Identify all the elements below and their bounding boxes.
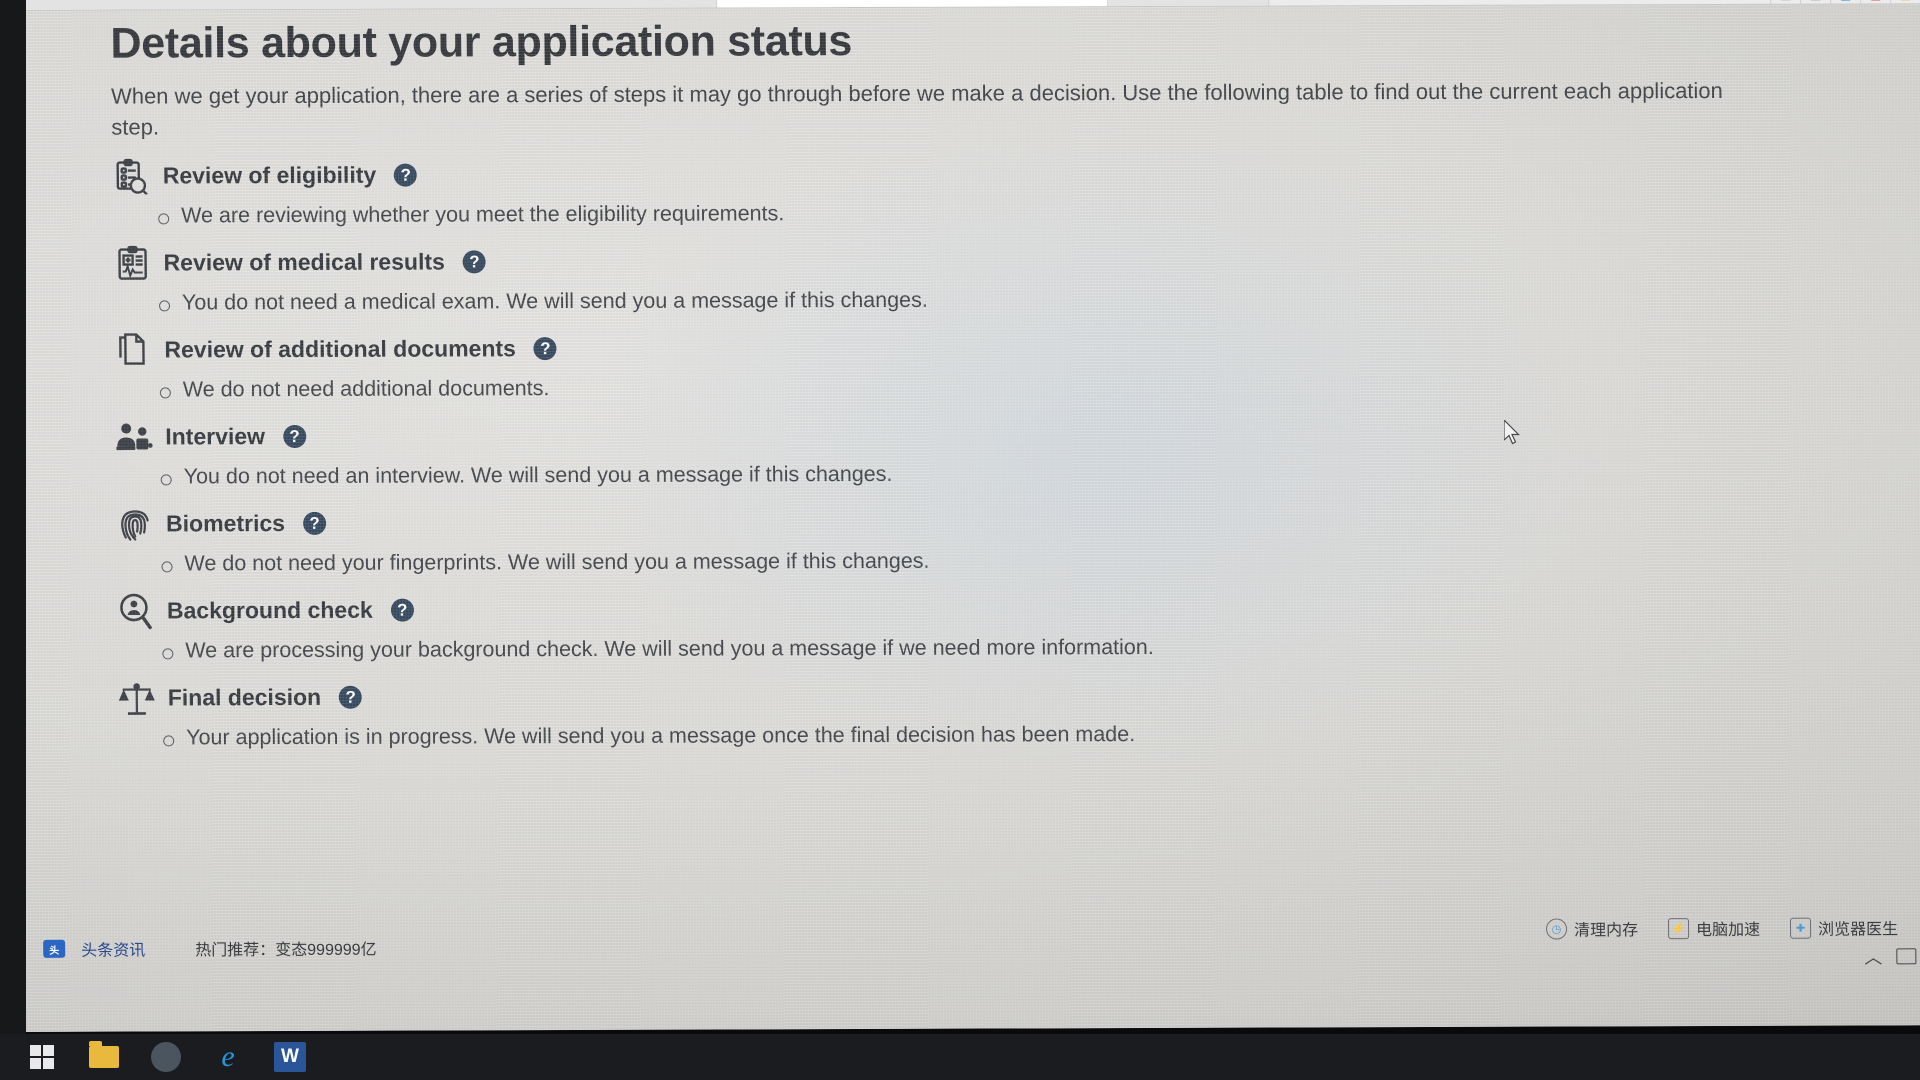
step-status-text: We do not need additional documents. bbox=[182, 375, 550, 401]
step-header: Interview ? bbox=[114, 411, 1814, 457]
browser-tab[interactable] bbox=[26, 0, 718, 10]
step-header: Biometrics ? bbox=[115, 498, 1815, 544]
step-review-of-eligibility: Review of eligibility ? We are reviewing… bbox=[112, 150, 1813, 230]
screen-plane: Details about your application status Wh… bbox=[0, 0, 1920, 1032]
bullet-icon bbox=[159, 387, 171, 399]
bullet-icon bbox=[161, 561, 173, 573]
word-button[interactable]: W bbox=[262, 1035, 318, 1079]
word-icon: W bbox=[274, 1042, 306, 1072]
help-icon[interactable]: ? bbox=[390, 598, 414, 622]
step-interview: Interview ? You do not need an interview… bbox=[114, 411, 1815, 491]
step-status: We do not need your fingerprints. We wil… bbox=[161, 543, 1815, 578]
step-status-text: Your application is in progress. We will… bbox=[186, 721, 1136, 750]
step-header: Background check ? bbox=[116, 585, 1816, 631]
step-review-of-additional-documents: Review of additional documents ? We do n… bbox=[113, 324, 1814, 404]
start-button[interactable] bbox=[14, 1035, 70, 1079]
step-title: Biometrics bbox=[165, 510, 286, 537]
windows-logo-icon bbox=[29, 1044, 55, 1070]
step-status-text: We are processing your background check.… bbox=[185, 634, 1154, 663]
page-title: Details about your application status bbox=[110, 17, 853, 68]
step-status: We are processing your background check.… bbox=[162, 630, 1816, 665]
photographed-screen: Details about your application status Wh… bbox=[0, 0, 1920, 1080]
toolbar-icon-4[interactable] bbox=[1860, 0, 1891, 4]
step-status: We do not need additional documents. bbox=[159, 369, 1814, 404]
step-status-text: You do not need an interview. We will se… bbox=[183, 461, 893, 489]
browser-tab[interactable] bbox=[1108, 0, 1270, 7]
circle-app-icon bbox=[151, 1042, 181, 1072]
bullet-icon bbox=[160, 474, 172, 486]
monitor-bezel-left bbox=[0, 0, 26, 1080]
browser-toolbar-icons[interactable] bbox=[1770, 0, 1920, 4]
toolbar-icon-3[interactable] bbox=[1830, 0, 1861, 4]
documents-copy-icon bbox=[113, 330, 153, 370]
step-review-of-medical-results: Review of medical results ? You do not n… bbox=[112, 237, 1813, 317]
windows-taskbar[interactable]: e W bbox=[0, 1034, 1920, 1080]
step-background-check: Background check ? We are processing you… bbox=[116, 585, 1817, 665]
app-circle-button[interactable] bbox=[138, 1035, 194, 1079]
step-status-text: We are reviewing whether you meet the el… bbox=[181, 200, 785, 227]
ticker-hot-item[interactable]: 热门推荐：变态999999亿 bbox=[195, 936, 377, 961]
step-status: Your application is in progress. We will… bbox=[163, 717, 1817, 752]
step-status-text: You do not need a medical exam. We will … bbox=[181, 287, 928, 314]
toolbar-icon-2[interactable] bbox=[1800, 0, 1831, 4]
help-icon[interactable]: ? bbox=[533, 337, 557, 361]
mouse-cursor bbox=[1503, 418, 1524, 453]
help-icon[interactable]: ? bbox=[462, 250, 486, 274]
edge-icon: e bbox=[221, 1040, 235, 1073]
step-header: Review of additional documents ? bbox=[113, 324, 1813, 370]
clipboard-search-icon bbox=[112, 156, 152, 196]
window-icon[interactable] bbox=[1896, 948, 1917, 965]
help-icon[interactable]: ? bbox=[302, 512, 327, 536]
toolbar-icon-1[interactable] bbox=[1770, 0, 1801, 4]
news-ticker-bar[interactable]: 头 头条资讯 热门推荐：变态999999亿 bbox=[35, 925, 1920, 966]
step-header: Review of medical results ? bbox=[112, 237, 1812, 283]
bullet-icon bbox=[158, 213, 170, 225]
help-icon[interactable]: ? bbox=[282, 425, 307, 449]
application-status-content: Details about your application status Wh… bbox=[110, 16, 1817, 753]
fingerprint-icon bbox=[115, 504, 155, 544]
file-explorer-button[interactable] bbox=[76, 1035, 132, 1079]
ticker-tray[interactable]: ︿ bbox=[1864, 943, 1917, 969]
step-status: We are reviewing whether you meet the el… bbox=[158, 195, 1812, 230]
step-status: You do not need a medical exam. We will … bbox=[158, 282, 1813, 317]
toolbar-icon-5[interactable] bbox=[1890, 0, 1920, 4]
medical-clipboard-icon bbox=[112, 243, 152, 283]
bullet-icon bbox=[163, 735, 175, 747]
intro-paragraph: When we get your application, there are … bbox=[110, 78, 1723, 140]
step-title: Final decision bbox=[167, 684, 322, 711]
bullet-icon bbox=[162, 648, 174, 660]
ticker-logo-icon: 头 bbox=[43, 939, 66, 958]
step-header: Review of eligibility ? bbox=[112, 150, 1812, 196]
ticker-brand[interactable]: 头条资讯 bbox=[81, 936, 145, 960]
people-interview-icon bbox=[114, 417, 154, 457]
chevron-up-icon[interactable]: ︿ bbox=[1864, 943, 1882, 969]
browser-tab-active[interactable] bbox=[717, 0, 1109, 8]
help-icon[interactable]: ? bbox=[339, 685, 363, 710]
help-icon[interactable]: ? bbox=[394, 163, 418, 187]
step-final-decision: Final decision ? Your application is in … bbox=[117, 672, 1818, 752]
person-magnifier-icon bbox=[116, 591, 156, 631]
scales-balance-icon bbox=[117, 678, 157, 718]
step-title: Background check bbox=[166, 596, 373, 624]
step-title: Interview bbox=[165, 423, 266, 450]
step-biometrics: Biometrics ? We do not need your fingerp… bbox=[115, 498, 1816, 578]
bullet-icon bbox=[158, 300, 171, 312]
step-header: Final decision ? bbox=[117, 672, 1817, 718]
step-status: You do not need an interview. We will se… bbox=[160, 456, 1815, 491]
folder-icon bbox=[89, 1041, 119, 1068]
step-title: Review of eligibility bbox=[162, 161, 377, 189]
internet-explorer-button[interactable]: e bbox=[200, 1035, 256, 1079]
step-title: Review of additional documents bbox=[164, 335, 517, 363]
step-status-text: We do not need your fingerprints. We wil… bbox=[184, 548, 930, 576]
step-title: Review of medical results bbox=[163, 248, 445, 276]
